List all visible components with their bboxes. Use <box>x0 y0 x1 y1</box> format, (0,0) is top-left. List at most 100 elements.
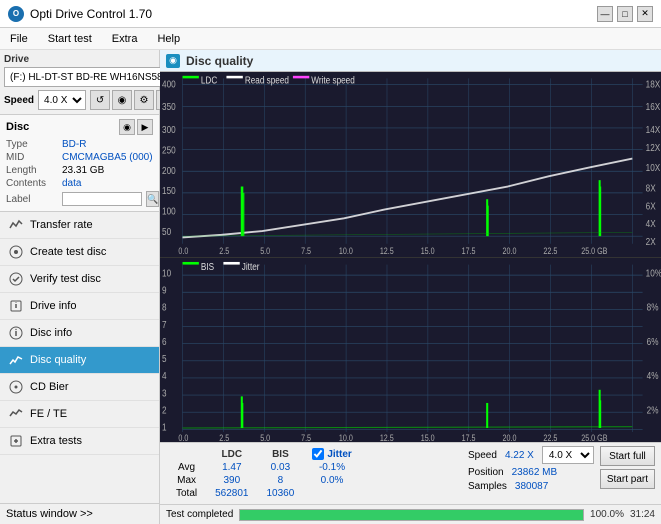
status-completed-text: Test completed <box>166 509 233 520</box>
disc-info-icon <box>8 325 24 341</box>
content-area: ◉ Disc quality 400 350 300 250 200 150 1… <box>160 50 661 524</box>
sidebar: Drive (F:) HL-DT-ST BD-RE WH16NS58 TST4 … <box>0 50 160 524</box>
svg-text:2.5: 2.5 <box>219 246 229 256</box>
jitter-checkbox[interactable] <box>312 448 324 460</box>
svg-text:7: 7 <box>162 317 167 329</box>
disc-contents-row: Contents data <box>6 178 153 189</box>
speed-select[interactable]: 4.0 X <box>38 90 86 110</box>
svg-text:20.0: 20.0 <box>503 433 517 442</box>
disc-mid-label: MID <box>6 152 58 163</box>
menu-file[interactable]: File <box>4 31 34 47</box>
svg-text:10.0: 10.0 <box>339 246 353 256</box>
sidebar-item-drive-info[interactable]: Drive info <box>0 293 159 320</box>
minimize-button[interactable]: — <box>597 6 613 22</box>
start-part-button[interactable]: Start part <box>600 469 655 489</box>
svg-text:7.5: 7.5 <box>301 433 311 442</box>
svg-text:5.0: 5.0 <box>260 246 270 256</box>
sidebar-item-fe-te[interactable]: FE / TE <box>0 401 159 428</box>
svg-text:4%: 4% <box>647 369 659 381</box>
progress-percent: 100.0% <box>590 509 624 520</box>
maximize-button[interactable]: □ <box>617 6 633 22</box>
disc-label-button[interactable]: 🔍 <box>146 191 159 207</box>
speed-stat-value: 4.22 X <box>505 450 534 461</box>
disc-quality-title: Disc quality <box>186 54 253 68</box>
avg-bis: 0.03 <box>259 462 303 473</box>
speed-row: Speed 4.0 X ↺ ◉ ⚙ 💾 <box>4 90 155 110</box>
cd-bier-icon <box>8 379 24 395</box>
max-bis: 8 <box>259 475 303 486</box>
samples-value: 380087 <box>515 481 548 492</box>
svg-text:250: 250 <box>162 145 176 156</box>
svg-text:6X: 6X <box>646 201 656 212</box>
drive-select-row: (F:) HL-DT-ST BD-RE WH16NS58 TST4 ⏏ <box>4 67 155 87</box>
close-button[interactable]: ✕ <box>637 6 653 22</box>
disc-contents-value: data <box>62 178 81 189</box>
svg-text:100: 100 <box>162 206 176 217</box>
disc-length-label: Length <box>6 165 58 176</box>
refresh-button[interactable]: ↺ <box>90 90 110 110</box>
svg-text:2: 2 <box>162 403 167 415</box>
start-full-button[interactable]: Start full <box>600 446 655 466</box>
sidebar-item-disc-quality-label: Disc quality <box>30 354 86 366</box>
drive-section: Drive (F:) HL-DT-ST BD-RE WH16NS58 TST4 … <box>0 50 159 115</box>
disc-icon-2[interactable]: ▶ <box>137 119 153 135</box>
sidebar-item-disc-info[interactable]: Disc info <box>0 320 159 347</box>
disc-icons: ◉ ▶ <box>119 119 153 135</box>
svg-text:22.5: 22.5 <box>543 433 557 442</box>
svg-text:8X: 8X <box>646 183 656 194</box>
svg-text:Write speed: Write speed <box>311 75 354 86</box>
sidebar-item-cd-bier-label: CD Bier <box>30 381 69 393</box>
svg-text:400: 400 <box>162 78 176 89</box>
progress-bar <box>239 509 584 521</box>
menu-extra[interactable]: Extra <box>106 31 144 47</box>
bis-chart-svg: 10 9 8 7 6 5 4 3 2 1 10% 8% 6% 4% 2% <box>160 258 661 443</box>
svg-text:2.5: 2.5 <box>219 433 229 442</box>
disc-type-label: Type <box>6 139 58 150</box>
disc-header: Disc ◉ ▶ <box>6 119 153 135</box>
sidebar-item-extra-tests[interactable]: Extra tests <box>0 428 159 455</box>
stats-row-label-header <box>168 448 205 460</box>
main-area: Drive (F:) HL-DT-ST BD-RE WH16NS58 TST4 … <box>0 50 661 524</box>
svg-text:6: 6 <box>162 334 167 346</box>
disc-label-label: Label <box>6 194 58 205</box>
svg-text:10.0: 10.0 <box>339 433 353 442</box>
bottom-stats-panel: LDC BIS Jitter <box>160 442 661 504</box>
disc-label-row: Label 🔍 <box>6 191 153 207</box>
svg-text:5.0: 5.0 <box>260 433 270 442</box>
sidebar-item-transfer-rate[interactable]: Transfer rate <box>0 212 159 239</box>
sidebar-item-cd-bier[interactable]: CD Bier <box>0 374 159 401</box>
sidebar-item-verify-test-disc[interactable]: Verify test disc <box>0 266 159 293</box>
svg-text:LDC: LDC <box>201 75 218 86</box>
svg-text:22.5: 22.5 <box>543 246 557 256</box>
fe-te-icon <box>8 406 24 422</box>
svg-text:17.5: 17.5 <box>462 246 476 256</box>
svg-text:0.0: 0.0 <box>178 433 188 442</box>
stats-jitter-col: Jitter <box>304 448 359 460</box>
settings-button[interactable]: ⚙ <box>134 90 154 110</box>
disc-icon-button[interactable]: ◉ <box>112 90 132 110</box>
disc-icon-1[interactable]: ◉ <box>119 119 135 135</box>
status-window-button[interactable]: Status window >> <box>0 503 159 524</box>
menu-help[interactable]: Help <box>151 31 186 47</box>
speed-select-bottom[interactable]: 4.0 X <box>542 446 594 464</box>
sidebar-item-disc-info-label: Disc info <box>30 327 72 339</box>
svg-text:12X: 12X <box>646 142 661 153</box>
stats-table: LDC BIS Jitter <box>166 446 362 501</box>
disc-mid-row: MID CMCMAGBA5 (000) <box>6 152 153 163</box>
samples-row: Samples 380087 <box>468 481 594 492</box>
disc-title: Disc <box>6 121 29 133</box>
menu-start-test[interactable]: Start test <box>42 31 98 47</box>
sidebar-item-create-test-disc[interactable]: Create test disc <box>0 239 159 266</box>
position-label: Position <box>468 467 504 478</box>
stats-bis-header: BIS <box>259 448 303 460</box>
svg-text:2%: 2% <box>647 403 659 415</box>
svg-text:2X: 2X <box>646 236 656 247</box>
svg-text:Read speed: Read speed <box>245 75 289 86</box>
speed-label: Speed <box>4 95 34 106</box>
sidebar-item-disc-quality[interactable]: Disc quality <box>0 347 159 374</box>
stats-ldc-header: LDC <box>207 448 256 460</box>
svg-text:Jitter: Jitter <box>242 259 260 271</box>
svg-text:50: 50 <box>162 226 171 237</box>
buttons-section: Start full Start part <box>600 446 655 489</box>
disc-label-input[interactable] <box>62 192 142 206</box>
